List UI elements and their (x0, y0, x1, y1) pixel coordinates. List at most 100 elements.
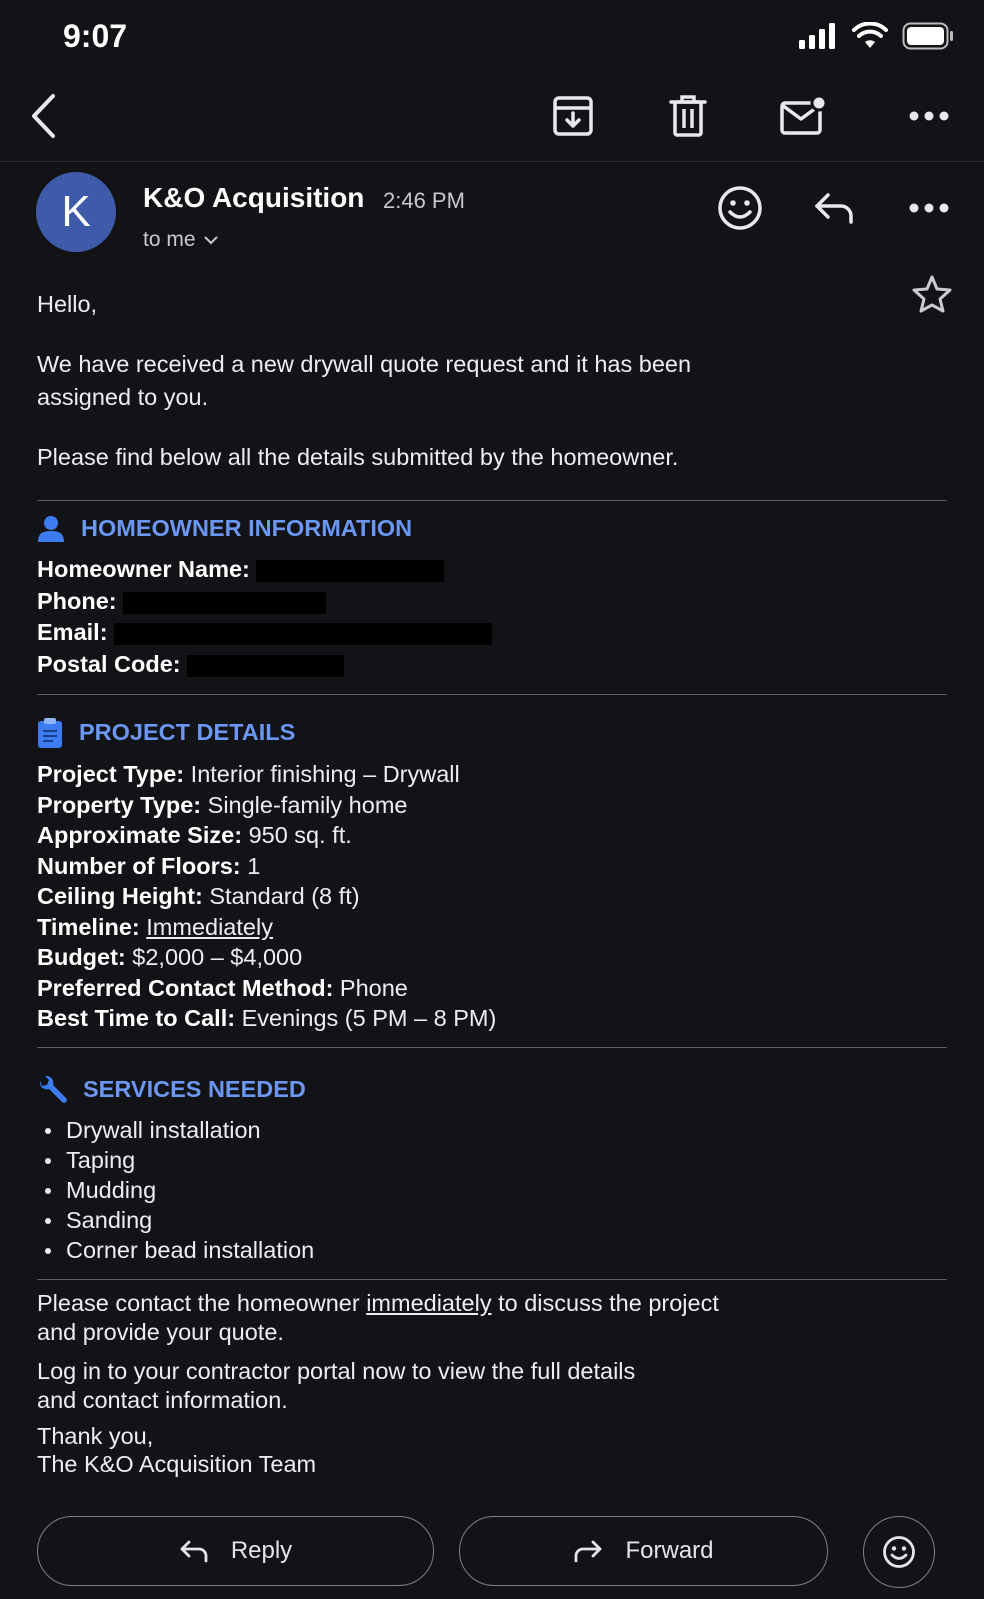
sender-name: K&O Acquisition (143, 182, 365, 213)
closing-text: Log in to your contractor portal now to … (37, 1358, 636, 1384)
redacted-email (113, 622, 492, 645)
homeowner-title-text: HOMEOWNER INFORMATION (81, 515, 413, 541)
mark-unread-button[interactable] (773, 86, 833, 146)
project-section-title: PROJECT DETAILS (37, 716, 295, 749)
status-bar: 9:07 (0, 0, 984, 76)
budget-value: $2,000 – $4,000 (132, 944, 303, 970)
intro-line-1: We have received a new drywall quote req… (37, 351, 692, 377)
services-list: Drywall installation Taping Mudding Sand… (37, 1115, 314, 1265)
floors-label: Number of Floors: (37, 853, 241, 879)
reply-icon (180, 1540, 208, 1563)
emoji-reaction-button[interactable] (863, 1516, 935, 1588)
closing-text: Please contact the homeowner (37, 1290, 360, 1316)
approximate-size-label: Approximate Size: (37, 822, 243, 848)
closing-text: and contact information. (37, 1387, 288, 1413)
star-icon (912, 275, 952, 313)
homeowner-name-label: Homeowner Name: (37, 556, 250, 582)
approximate-size-value: 950 sq. ft. (248, 822, 352, 848)
list-item: Drywall installation (37, 1115, 314, 1145)
budget-label: Budget: (37, 944, 126, 970)
best-time-value: Evenings (5 PM – 8 PM) (241, 1005, 497, 1031)
project-type-value: Interior finishing – Drywall (190, 761, 460, 787)
status-icons (798, 22, 954, 50)
timeline-label: Timeline: (37, 914, 140, 940)
redacted-phone (122, 591, 326, 614)
chevron-down-icon (204, 236, 218, 244)
wifi-icon (852, 22, 888, 48)
star-button[interactable] (904, 266, 960, 322)
divider (37, 694, 947, 695)
react-emoji-button[interactable] (710, 178, 770, 238)
project-title-text: PROJECT DETAILS (79, 719, 296, 745)
status-time: 9:07 (63, 18, 128, 54)
list-item: Sanding (37, 1205, 314, 1235)
delete-button[interactable] (658, 86, 718, 146)
property-type-row: Property Type: Single-family home (37, 789, 407, 822)
recipient-label: to me (143, 228, 196, 251)
closing-text: to discuss the project (498, 1290, 719, 1316)
archive-button[interactable] (543, 86, 603, 146)
project-type-label: Project Type: (37, 761, 185, 787)
closing-text: and provide your quote. (37, 1319, 284, 1345)
budget-row: Budget: $2,000 – $4,000 (37, 941, 302, 974)
postal-code-label: Postal Code: (37, 651, 181, 677)
message-more-button[interactable] (899, 178, 959, 238)
reply-button[interactable]: Reply (37, 1516, 434, 1586)
reply-quick-button[interactable] (804, 178, 864, 238)
signoff-line: Thank you, (37, 1423, 154, 1449)
ceiling-height-value: Standard (8 ft) (209, 883, 360, 909)
immediately-link[interactable]: immediately (366, 1290, 491, 1316)
intro-line-2: assigned to you. (37, 384, 209, 410)
more-options-button[interactable] (899, 86, 959, 146)
closing-paragraph-1: Please contact the homeowner immediately… (37, 1289, 719, 1347)
services-section-title: SERVICES NEEDED (37, 1073, 306, 1106)
greeting: Hello, (37, 291, 98, 317)
floors-row: Number of Floors: 1 (37, 850, 260, 883)
timeline-row: Timeline: Immediately (37, 911, 273, 944)
timeline-link[interactable]: Immediately (146, 914, 273, 940)
ceiling-height-label: Ceiling Height: (37, 883, 203, 909)
signal-icon (799, 23, 835, 49)
contact-method-row: Preferred Contact Method: Phone (37, 972, 408, 1005)
postal-code-row: Postal Code: (37, 648, 344, 681)
forward-icon (575, 1540, 602, 1563)
list-item: Taping (37, 1145, 314, 1175)
smiley-icon (883, 1536, 915, 1568)
homeowner-name-row: Homeowner Name: (37, 553, 444, 586)
message-actions: Reply Forward (0, 1516, 984, 1588)
phone-row: Phone: (37, 585, 326, 618)
property-type-label: Property Type: (37, 792, 202, 818)
intro-paragraph-2: Please find below all the details submit… (37, 444, 679, 470)
sender-avatar[interactable]: K (36, 172, 116, 252)
more-horizontal-icon (909, 111, 949, 121)
reply-icon (815, 193, 853, 224)
forward-button[interactable]: Forward (459, 1516, 828, 1586)
signoff: Thank you, The K&O Acquisition Team (37, 1422, 316, 1478)
phone-label: Phone: (37, 588, 117, 614)
closing-paragraph-2: Log in to your contractor portal now to … (37, 1357, 635, 1415)
wrench-icon (39, 1075, 67, 1103)
email-label: Email: (37, 619, 108, 645)
contact-method-label: Preferred Contact Method: (37, 975, 334, 1001)
approximate-size-row: Approximate Size: 950 sq. ft. (37, 819, 352, 852)
recipient-details-toggle[interactable]: to me (143, 228, 218, 252)
received-time: 2:46 PM (383, 188, 465, 213)
signoff-line: The K&O Acquisition Team (37, 1451, 317, 1477)
email-row: Email: (37, 616, 492, 649)
list-item: Mudding (37, 1175, 314, 1205)
best-time-label: Best Time to Call: (37, 1005, 236, 1031)
more-horizontal-icon (909, 203, 949, 213)
ceiling-height-row: Ceiling Height: Standard (8 ft) (37, 880, 360, 913)
back-button[interactable] (14, 86, 74, 146)
services-title-text: SERVICES NEEDED (83, 1076, 306, 1102)
clipboard-icon (38, 717, 62, 748)
best-time-row: Best Time to Call: Evenings (5 PM – 8 PM… (37, 1002, 496, 1035)
homeowner-section-title: HOMEOWNER INFORMATION (37, 512, 412, 545)
project-type-row: Project Type: Interior finishing – Drywa… (37, 758, 460, 791)
divider (37, 1047, 947, 1048)
back-arrow-icon (32, 94, 55, 138)
message-header: K K&O Acquisition 2:46 PM to me (0, 168, 984, 268)
archive-icon (553, 96, 593, 136)
list-item: Corner bead installation (37, 1235, 314, 1265)
email-toolbar (0, 76, 984, 162)
